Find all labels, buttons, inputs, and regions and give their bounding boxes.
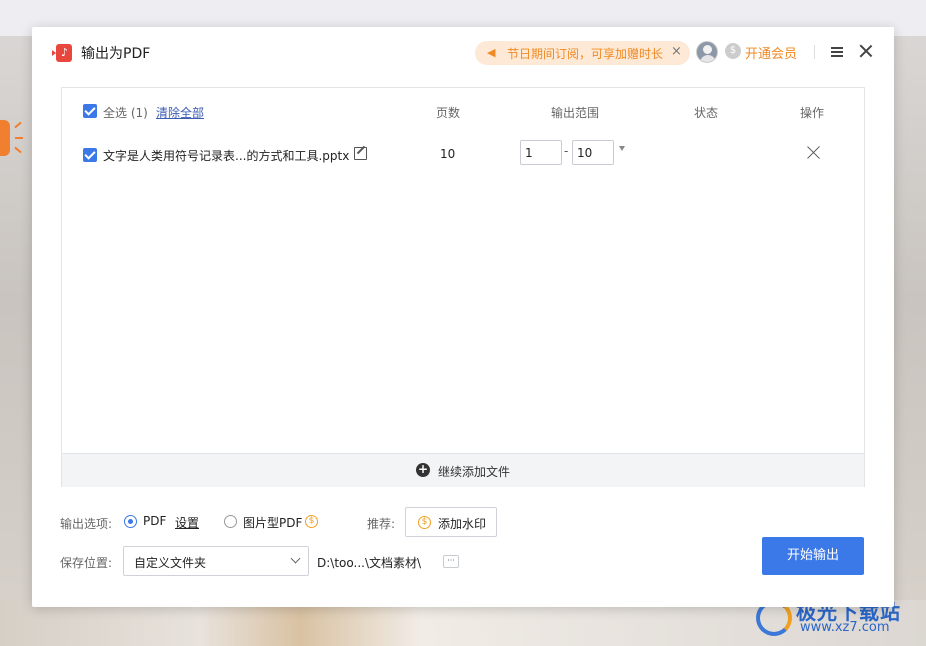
watermark-coin-icon: $: [418, 516, 431, 529]
pdf-radio[interactable]: [124, 515, 137, 528]
save-path: D:\too...\文档素材\: [317, 556, 422, 570]
title-bar: ♪ 输出为PDF ◀ 节日期间订阅，可享加赠时长 × $ 开通会员: [32, 27, 894, 79]
clear-all-link[interactable]: 清除全部: [156, 104, 204, 121]
save-location-value: 自定义文件夹: [134, 556, 207, 570]
range-to-input[interactable]: [572, 140, 614, 165]
speaker-icon: ◀: [487, 46, 496, 59]
vip-link[interactable]: 开通会员: [745, 43, 797, 62]
column-status: 状态: [694, 106, 719, 120]
add-watermark-label: 添加水印: [438, 517, 487, 531]
file-name: 文字是人类用符号记录表...的方式和工具.pptx: [103, 149, 350, 163]
promo-text: 节日期间订阅，可享加赠时长: [507, 47, 664, 61]
recommend-label: 推荐:: [367, 517, 396, 531]
user-avatar[interactable]: [696, 41, 718, 63]
chevron-down-icon: [290, 553, 301, 564]
range-dropdown-icon[interactable]: [619, 146, 625, 151]
background-speaker-icon: [0, 112, 24, 162]
close-icon[interactable]: [859, 44, 873, 58]
export-pdf-dialog: ♪ 输出为PDF ◀ 节日期间订阅，可享加赠时长 × $ 开通会员 全选 (1)…: [32, 27, 894, 607]
image-pdf-radio[interactable]: [224, 515, 237, 528]
table-row: 文字是人类用符号记录表...的方式和工具.pptx 10 -: [62, 134, 864, 176]
select-all-checkbox[interactable]: [83, 104, 97, 118]
range-from-input[interactable]: [520, 140, 562, 165]
image-pdf-label: 图片型PDF: [243, 516, 303, 530]
promo-banner[interactable]: ◀ 节日期间订阅，可享加赠时长 ×: [475, 41, 690, 65]
table-header: 全选 (1) 清除全部 页数 输出范围 状态 操作: [62, 88, 864, 134]
promo-close-icon[interactable]: ×: [671, 44, 682, 59]
settings-link[interactable]: 设置: [175, 514, 199, 531]
edit-icon[interactable]: [354, 147, 367, 160]
menu-icon[interactable]: [831, 47, 843, 57]
page-count: 10: [440, 147, 456, 161]
pdf-app-icon: ♪: [52, 44, 72, 62]
range-dash: -: [564, 144, 569, 158]
save-location-label: 保存位置:: [60, 556, 113, 570]
column-range: 输出范围: [551, 106, 600, 120]
add-watermark-button[interactable]: $ 添加水印: [405, 507, 497, 537]
browse-more-button[interactable]: ···: [443, 555, 459, 568]
select-all-label: 全选 (1): [103, 106, 148, 120]
add-more-files-button[interactable]: + 继续添加文件: [62, 453, 864, 487]
column-pages: 页数: [436, 106, 461, 120]
remove-file-icon[interactable]: [807, 146, 820, 159]
row-checkbox[interactable]: [83, 148, 97, 162]
output-options-label: 输出选项:: [60, 517, 113, 531]
vip-icon: $: [725, 43, 741, 59]
watermark-url: www.xz7.com: [800, 620, 890, 635]
add-more-label: 继续添加文件: [438, 465, 511, 479]
start-export-button[interactable]: 开始输出: [762, 537, 864, 575]
save-location-select[interactable]: 自定义文件夹: [123, 546, 309, 576]
plus-circle-icon: +: [416, 462, 430, 477]
vip-coin-icon: $: [305, 515, 318, 528]
column-action: 操作: [800, 106, 825, 120]
dialog-title: 输出为PDF: [81, 46, 151, 62]
file-table: 全选 (1) 清除全部 页数 输出范围 状态 操作 文字是人类用符号记录表...…: [61, 87, 865, 487]
pdf-label: PDF: [143, 514, 167, 528]
title-divider: [814, 45, 815, 59]
